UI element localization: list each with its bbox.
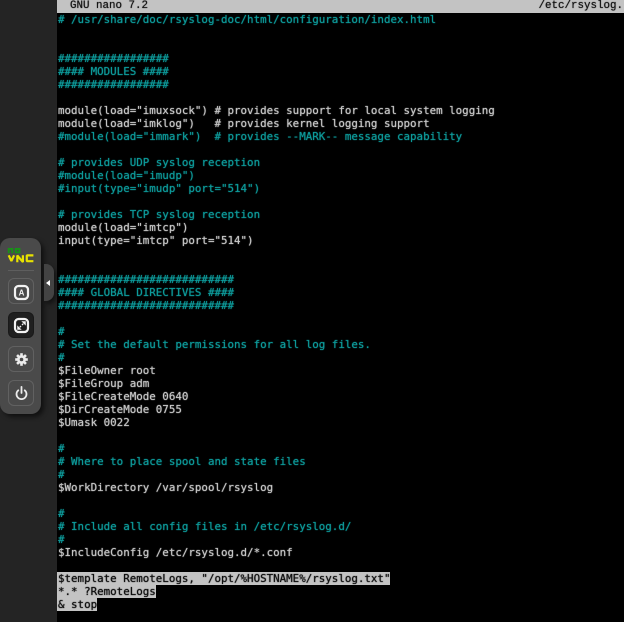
svg-text:A: A xyxy=(19,288,25,297)
